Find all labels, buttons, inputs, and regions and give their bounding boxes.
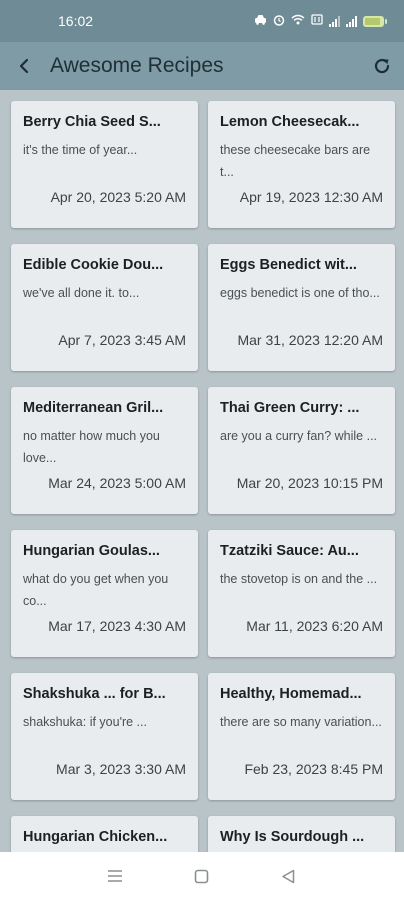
recipe-date: Mar 17, 2023 4:30 AM <box>48 618 186 634</box>
recipe-snippet: these cheesecake bars are t... <box>220 143 371 179</box>
recipe-snippet: the stovetop is on and the ... <box>220 572 378 586</box>
menu-icon <box>108 870 123 882</box>
back-triangle-icon <box>282 869 295 883</box>
wifi-icon <box>291 14 305 28</box>
recipe-card[interactable]: Shakshuka ... for B... shakshuka: if you… <box>11 673 198 800</box>
car-icon <box>254 14 267 28</box>
back-button[interactable] <box>0 42 48 90</box>
system-nav-bar <box>0 852 404 900</box>
recipe-title: Berry Chia Seed S... <box>23 114 161 130</box>
app-bar: Awesome Recipes <box>0 42 404 90</box>
signal-icon-2 <box>346 15 357 27</box>
status-time: 16:02 <box>58 13 94 29</box>
recipe-title: Edible Cookie Dou... <box>23 257 164 273</box>
recipe-card[interactable]: Hungarian Goulas... what do you get when… <box>11 530 198 657</box>
recipe-snippet: are you a curry fan? while ... <box>220 429 378 443</box>
recipe-date: Mar 24, 2023 5:00 AM <box>48 475 186 491</box>
recipe-snippet: shakshuka: if you're ... <box>23 715 147 729</box>
recipe-title: Mediterranean Gril... <box>23 400 164 416</box>
recipe-title: Hungarian Chicken... <box>23 829 168 845</box>
recipe-date: Apr 20, 2023 5:20 AM <box>50 189 186 205</box>
recipe-date: Apr 7, 2023 3:45 AM <box>58 332 186 348</box>
home-button[interactable] <box>182 856 222 896</box>
arrow-back-icon <box>19 58 29 74</box>
recipe-title: Thai Green Curry: ... <box>220 400 360 416</box>
recipe-card[interactable]: Mediterranean Gril... no matter how much… <box>11 387 198 514</box>
recipe-grid: Berry Chia Seed S... it's the time of ye… <box>0 90 404 852</box>
system-back-button[interactable] <box>269 856 309 896</box>
recipe-date: Mar 3, 2023 3:30 AM <box>56 761 186 777</box>
recipe-snippet: eggs benedict is one of tho... <box>220 286 380 300</box>
recipe-snippet: we've all done it. to... <box>23 286 140 300</box>
home-square-icon <box>195 869 209 883</box>
refresh-icon <box>374 58 390 74</box>
recipe-title: Shakshuka ... for B... <box>23 686 166 702</box>
page-title: Awesome Recipes <box>50 54 224 77</box>
recipe-card[interactable]: Why Is Sourdough ... <box>208 816 395 852</box>
recipe-title: Tzatziki Sauce: Au... <box>220 543 359 559</box>
recipe-title: Why Is Sourdough ... <box>220 829 365 845</box>
refresh-button[interactable] <box>360 42 404 90</box>
recipe-date: Feb 23, 2023 8:45 PM <box>244 761 383 777</box>
recipe-date: Mar 31, 2023 12:20 AM <box>237 332 383 348</box>
recipe-snippet: there are so many variation... <box>220 715 382 729</box>
recipe-card[interactable]: Thai Green Curry: ... are you a curry fa… <box>208 387 395 514</box>
recipe-card[interactable]: Healthy, Homemad... there are so many va… <box>208 673 395 800</box>
recipe-date: Apr 19, 2023 12:30 AM <box>239 189 383 205</box>
recipe-title: Hungarian Goulas... <box>23 543 160 559</box>
recipe-snippet: no matter how much you love... <box>23 429 160 465</box>
recipe-title: Lemon Cheesecak... <box>220 114 360 130</box>
recipe-card[interactable]: Edible Cookie Dou... we've all done it. … <box>11 244 198 371</box>
status-bar: 16:02 <box>0 0 404 42</box>
data-icon <box>311 14 323 28</box>
recipe-card[interactable]: Lemon Cheesecak... these cheesecake bars… <box>208 101 395 228</box>
recipe-card[interactable]: Berry Chia Seed S... it's the time of ye… <box>11 101 198 228</box>
battery-icon <box>363 15 387 27</box>
recents-button[interactable] <box>95 856 135 896</box>
recipe-card[interactable]: Tzatziki Sauce: Au... the stovetop is on… <box>208 530 395 657</box>
recipe-card[interactable]: Eggs Benedict wit... eggs benedict is on… <box>208 244 395 371</box>
status-icons <box>254 14 387 29</box>
recipe-title: Eggs Benedict wit... <box>220 257 357 273</box>
recipe-date: Mar 11, 2023 6:20 AM <box>246 618 383 634</box>
recipe-snippet: it's the time of year... <box>23 143 138 157</box>
recipe-snippet: what do you get when you co... <box>23 572 169 608</box>
alarm-icon <box>273 14 285 29</box>
recipe-date: Mar 20, 2023 10:15 PM <box>236 475 383 491</box>
signal-icon <box>329 15 340 27</box>
recipe-card[interactable]: Hungarian Chicken... <box>11 816 198 852</box>
recipe-title: Healthy, Homemad... <box>220 686 362 702</box>
